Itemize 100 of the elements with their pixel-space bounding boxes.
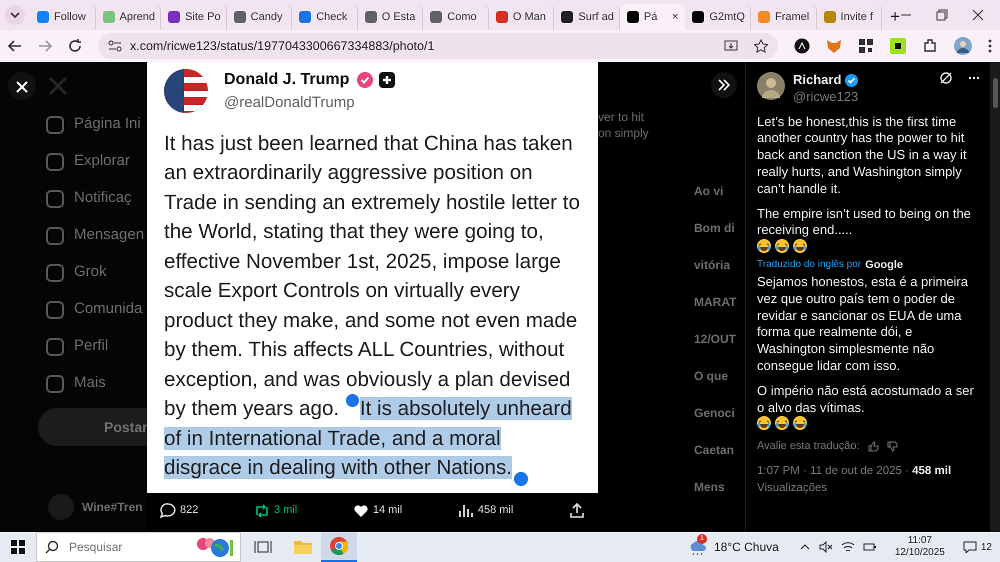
author-handle: @realDonaldTrump xyxy=(224,93,356,113)
translator-name: Google xyxy=(865,258,904,274)
selection-handle[interactable] xyxy=(514,472,528,486)
sidebar-item[interactable]: Mais xyxy=(0,365,147,402)
action-repost[interactable]: 3 mil xyxy=(254,502,298,519)
trend-text: MARAT xyxy=(694,294,738,311)
post-timestamp: 1:07 PM · 11 de out de 2025 · 458 mil xyxy=(757,464,952,480)
background-text: ver to hit xyxy=(598,109,646,126)
new-tab-button[interactable]: + xyxy=(890,4,900,30)
close-tab-button[interactable]: × xyxy=(672,8,678,26)
reply-text: Let’s be honest,this is the first time another country has the power to hit back and sanction the US in a way it really hurts, and Washington simply can’t handle it. xyxy=(757,114,968,198)
close-icon[interactable] xyxy=(972,9,984,21)
laughing-emoji-icon xyxy=(793,416,807,430)
reload-icon[interactable] xyxy=(68,39,82,53)
fox-extension-icon[interactable] xyxy=(826,38,842,54)
author-handle: @ricwe123 xyxy=(793,88,858,106)
expand-button[interactable] xyxy=(711,72,737,98)
site-settings-icon[interactable] xyxy=(108,40,122,52)
thumbs-down-icon[interactable] xyxy=(886,441,898,452)
wifi-icon[interactable] xyxy=(840,541,855,553)
extension-icon[interactable] xyxy=(794,38,810,54)
trend-text: O que xyxy=(694,368,730,385)
scrollbar-thumb[interactable] xyxy=(992,78,998,108)
laughing-emoji-icon xyxy=(775,416,789,430)
trend-text: Mens xyxy=(694,479,726,496)
account-name: Wine#Tren xyxy=(82,499,143,516)
x-logo-icon xyxy=(48,76,68,96)
plus-badge-icon xyxy=(379,72,396,88)
forward-icon[interactable] xyxy=(38,39,52,53)
post-text: It has just been learned that China has taken an extraordinarily aggressive position on Trade in sending an extremely hostile letter to the World, stating that they were going to, effective November 1st, 2025, impose large scale Export Controls on virtually every product they make, and some not even made by them. This affects ALL Countries, without exception, and was obviously a plan devised by them years ago. It is absolutely unheard of in International Trade, and a moral disgrace in dealing with other Nations. xyxy=(164,128,581,486)
author-name: Richard xyxy=(793,72,842,89)
action-reply[interactable]: 822 xyxy=(160,502,198,519)
chrome-taskbar-button[interactable] xyxy=(321,532,357,562)
verified-badge-icon xyxy=(357,72,374,88)
back-icon[interactable] xyxy=(8,39,22,53)
reply-text: The empire isn’t used to being on the receiving end..... xyxy=(757,206,972,240)
heart-icon xyxy=(352,502,369,519)
views-label: Visualizações xyxy=(757,480,828,496)
laughing-emoji-icon xyxy=(757,416,771,430)
search-bar[interactable]: Pesquisar xyxy=(36,532,241,562)
sidebar-item[interactable]: Mensagen xyxy=(0,217,147,254)
translation-label: Traduzido do inglês por xyxy=(757,258,862,272)
close-button[interactable] xyxy=(8,72,36,100)
avatar-icon xyxy=(164,69,208,114)
balloons-globe-icon xyxy=(195,536,235,558)
selection-handle[interactable] xyxy=(346,394,359,407)
rain-cloud-icon xyxy=(688,540,706,556)
repost-icon xyxy=(254,502,270,519)
chrome-icon xyxy=(330,537,348,555)
trend-text: 12/OUT xyxy=(694,331,738,348)
profile-avatar-icon[interactable] xyxy=(954,37,972,55)
install-icon[interactable] xyxy=(724,39,738,53)
chevrons-icon xyxy=(718,78,730,91)
square-extension-icon[interactable] xyxy=(890,38,906,54)
browser-tab[interactable]: Pá × xyxy=(620,4,686,30)
more-icon[interactable] xyxy=(968,76,980,80)
sidebar-item[interactable]: Explorar xyxy=(0,143,147,180)
address-bar[interactable]: x.com/ricwe123/status/1977043300667334883/photo/1 xyxy=(98,33,778,59)
trend-text: Genoci xyxy=(694,405,736,422)
rate-label: Avalie esta tradução: xyxy=(757,439,860,454)
sidebar-item[interactable]: Perfil xyxy=(0,328,147,365)
laughing-emoji-icon xyxy=(757,239,771,254)
verified-badge-icon xyxy=(845,74,858,87)
translated-text: O império não está acostumado a ser o alvo das vítimas. xyxy=(757,382,975,416)
notifications-button[interactable]: 12 xyxy=(962,540,992,554)
search-field[interactable]: Pesquisar xyxy=(67,537,187,557)
sidebar-item[interactable]: Grok xyxy=(0,254,147,291)
author-name: Donald J. Trump xyxy=(224,70,350,90)
extensions-icon[interactable] xyxy=(922,38,938,54)
speaker-muted-icon[interactable] xyxy=(818,541,833,553)
reply-icon xyxy=(160,502,176,519)
sidebar-item[interactable]: Notificaç xyxy=(0,180,147,217)
thumbs-up-icon[interactable] xyxy=(868,441,879,452)
bookmark-star-icon[interactable] xyxy=(754,39,768,53)
notification-icon xyxy=(962,541,977,553)
weather-text: 18°C Chuva xyxy=(714,539,779,556)
laughing-emoji-icon xyxy=(775,239,789,254)
trend-text: vitória xyxy=(694,257,732,274)
trend-text: Caetan xyxy=(694,442,736,459)
restore-icon[interactable] xyxy=(936,9,948,21)
laughing-emoji-icon xyxy=(793,239,807,254)
background-text: on simply xyxy=(598,125,650,142)
url-text: x.com/ricwe123/status/1977043300667334883/photo/1 xyxy=(130,38,434,55)
menu-icon[interactable] xyxy=(988,39,992,53)
sidebar-item[interactable]: Comunida xyxy=(0,291,147,328)
action-share[interactable] xyxy=(568,502,585,519)
close-icon xyxy=(16,81,28,94)
taskbar-clock[interactable]: 11:07 12/10/2025 xyxy=(894,535,945,559)
sidebar-item[interactable]: Página Ini xyxy=(0,106,147,143)
qr-extension-icon[interactable] xyxy=(858,38,874,54)
trend-text: Ao vi xyxy=(694,183,724,200)
action-like[interactable]: 14 mil xyxy=(352,502,402,519)
battery-icon[interactable] xyxy=(862,541,877,553)
views-icon xyxy=(458,502,474,519)
avatar-icon xyxy=(757,72,785,100)
action-views[interactable]: 458 mil xyxy=(458,502,514,519)
trend-text: Bom di xyxy=(694,220,736,237)
search-icon xyxy=(45,540,59,554)
translated-text: Sejamos honestos, esta é a primeira vez que outro país tem o poder de revidar e sancionar os EUA de uma forma que realmente dói, e Washington simplesmente não consegue lidar com isso. xyxy=(757,274,969,375)
share-icon xyxy=(568,502,585,519)
